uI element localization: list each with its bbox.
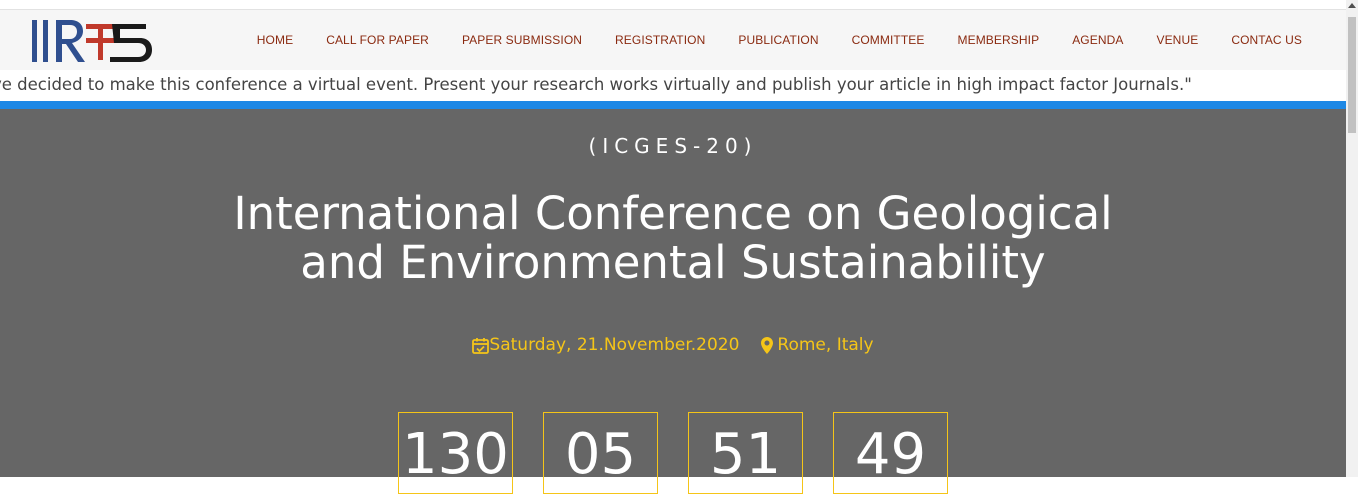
- site-header: HOME CALL FOR PAPER PAPER SUBMISSION REG…: [0, 10, 1346, 70]
- nav-membership[interactable]: MEMBERSHIP: [958, 33, 1040, 47]
- scroll-up-arrow-icon[interactable]: [1348, 3, 1356, 8]
- nav-call-for-paper[interactable]: CALL FOR PAPER: [326, 33, 429, 47]
- countdown-days: 130: [398, 412, 513, 494]
- nav-agenda[interactable]: AGENDA: [1072, 33, 1123, 47]
- countdown-days-value: 130: [402, 422, 509, 487]
- conference-abbreviation: (ICGES-20): [588, 134, 758, 158]
- event-date-text: Saturday, 21.November.2020: [489, 335, 740, 355]
- page-scrollbar[interactable]: [1346, 0, 1358, 477]
- nav-publication[interactable]: PUBLICATION: [738, 33, 818, 47]
- event-meta: Saturday, 21.November.2020 Rome, Italy: [0, 335, 1346, 355]
- countdown-hours-value: 05: [564, 422, 637, 487]
- nav-venue[interactable]: VENUE: [1156, 33, 1198, 47]
- nav-committee[interactable]: COMMITTEE: [852, 33, 925, 47]
- countdown-timer: 130 05 51 49: [398, 412, 978, 494]
- top-border: [0, 0, 1346, 10]
- conference-title: International Conference on Geological a…: [0, 189, 1346, 287]
- title-line-2: and Environmental Sustainability: [300, 236, 1046, 289]
- countdown-hours: 05: [543, 412, 658, 494]
- logo-graphic: [32, 20, 152, 62]
- announcement-marquee: ve decided to make this conference a vir…: [0, 71, 1346, 101]
- title-line-1: International Conference on Geological: [233, 187, 1113, 240]
- nav-registration[interactable]: REGISTRATION: [615, 33, 705, 47]
- blue-divider: [0, 101, 1346, 109]
- hero-section: (ICGES-20) International Conference on G…: [0, 109, 1346, 494]
- countdown-seconds-value: 49: [854, 422, 927, 487]
- event-date: Saturday, 21.November.2020: [472, 335, 739, 355]
- event-location: Rome, Italy: [761, 335, 874, 355]
- marquee-text: ve decided to make this conference a vir…: [0, 75, 1192, 94]
- event-location-text: Rome, Italy: [777, 335, 874, 355]
- map-marker-icon: [761, 336, 774, 354]
- site-logo[interactable]: [28, 14, 158, 68]
- nav-contact-us[interactable]: CONTAC US: [1231, 33, 1302, 47]
- countdown-minutes: 51: [688, 412, 803, 494]
- countdown-seconds: 49: [833, 412, 948, 494]
- calendar-check-icon: [472, 337, 490, 354]
- scrollbar-thumb[interactable]: [1348, 17, 1356, 133]
- main-nav: HOME CALL FOR PAPER PAPER SUBMISSION REG…: [224, 10, 1302, 70]
- nav-paper-submission[interactable]: PAPER SUBMISSION: [462, 33, 582, 47]
- nav-home[interactable]: HOME: [257, 33, 293, 47]
- countdown-minutes-value: 51: [709, 422, 782, 487]
